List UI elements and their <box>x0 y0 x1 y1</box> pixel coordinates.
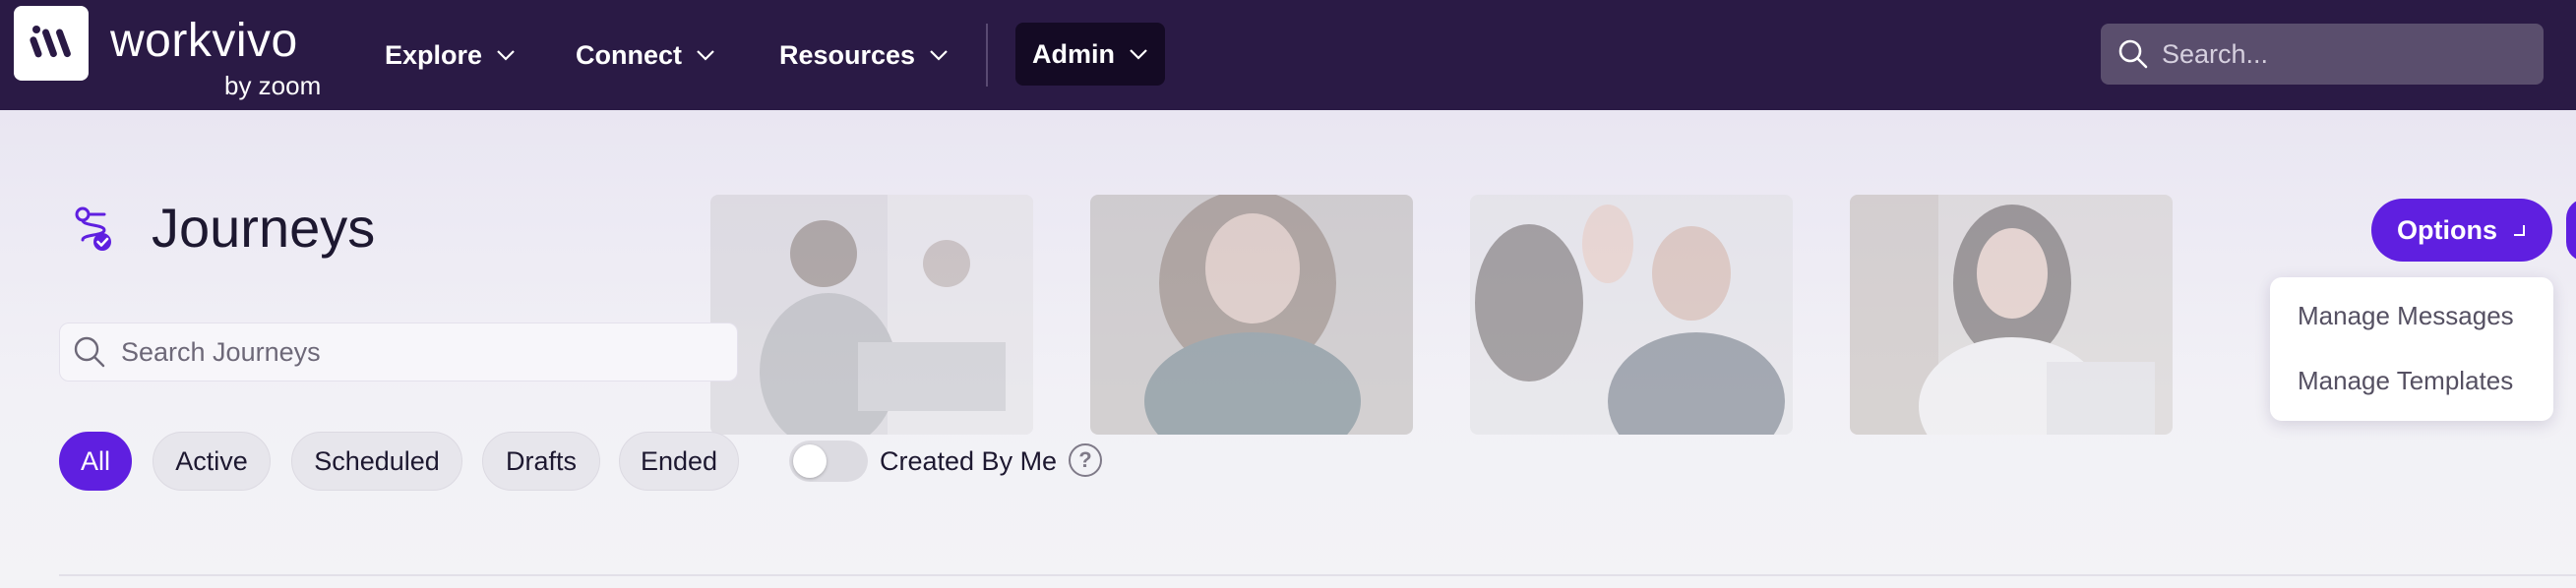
nav-resources-label: Resources <box>779 39 916 70</box>
top-navigation-bar: workvivo by zoom Explore Connect Resourc… <box>0 0 2576 110</box>
chevron-down-icon <box>930 50 948 61</box>
nav-admin-label: Admin <box>1032 38 1115 69</box>
menu-item-manage-templates[interactable]: Manage Templates <box>2298 366 2513 396</box>
journeys-search[interactable] <box>59 323 738 382</box>
nav-connect[interactable]: Connect <box>576 29 715 81</box>
workvivo-logo-icon[interactable] <box>14 6 89 81</box>
menu-item-manage-messages[interactable]: Manage Messages <box>2298 301 2514 331</box>
brand-subtitle: by zoom <box>224 71 322 100</box>
chevron-down-icon <box>697 50 714 61</box>
journeys-search-input[interactable] <box>119 335 713 369</box>
page-title: Journeys <box>152 197 376 259</box>
banner-photo <box>1090 195 1413 435</box>
help-icon[interactable]: ? <box>1069 443 1102 477</box>
banner-photo <box>1470 195 1793 435</box>
filter-chip-ended[interactable]: Ended <box>619 432 739 491</box>
options-button-label: Options <box>2397 214 2497 245</box>
journeys-page: Journeys Options Manage Messages Manage … <box>0 110 2576 588</box>
search-icon <box>2118 39 2148 69</box>
chevron-down-icon <box>497 50 515 61</box>
global-search-input[interactable] <box>2160 37 2538 71</box>
nav-explore-label: Explore <box>385 39 483 70</box>
toggle-knob <box>793 444 827 478</box>
banner-photo <box>1850 195 2173 435</box>
search-icon <box>74 336 105 368</box>
brand-name: workvivo <box>110 15 298 67</box>
secondary-action-button[interactable] <box>2566 199 2576 262</box>
filter-chip-active[interactable]: Active <box>153 432 271 491</box>
global-search[interactable] <box>2101 24 2544 85</box>
corner-arrow-icon <box>2514 225 2525 236</box>
options-button[interactable]: Options <box>2371 199 2552 262</box>
filter-chip-all[interactable]: All <box>59 432 132 491</box>
nav-divider <box>986 24 988 87</box>
chevron-down-icon <box>1130 49 1147 60</box>
journey-icon <box>75 206 111 251</box>
section-divider <box>59 574 2576 576</box>
banner-photo <box>710 195 1033 435</box>
filter-chip-scheduled[interactable]: Scheduled <box>291 432 462 491</box>
created-by-me-label: Created By Me <box>880 446 1058 476</box>
nav-resources[interactable]: Resources <box>779 29 949 81</box>
created-by-me-toggle[interactable] <box>789 441 868 482</box>
nav-admin[interactable]: Admin <box>1015 23 1165 86</box>
options-dropdown-menu: Manage Messages Manage Templates <box>2270 277 2553 421</box>
filter-chip-drafts[interactable]: Drafts <box>482 432 600 491</box>
nav-connect-label: Connect <box>576 39 682 70</box>
nav-explore[interactable]: Explore <box>385 29 516 81</box>
